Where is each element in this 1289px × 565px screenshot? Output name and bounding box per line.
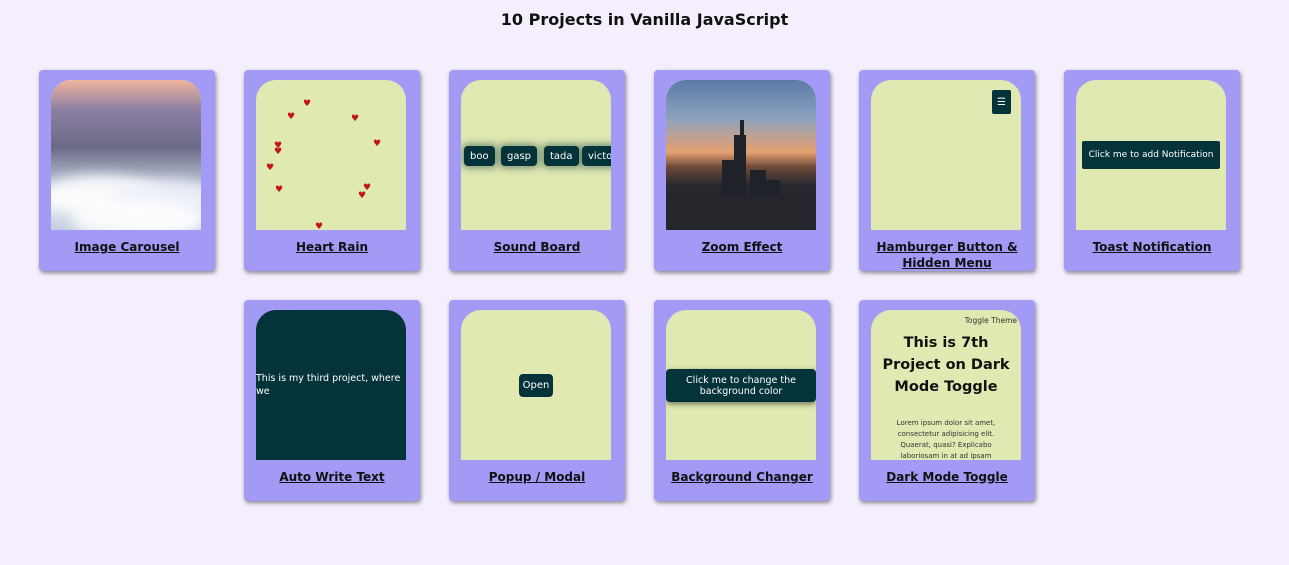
heart-icon: ♥ [351,114,360,124]
heart-icon: ♥ [358,191,367,201]
card-label-dark-mode-toggle[interactable]: Dark Mode Toggle [869,469,1025,485]
card-label-toast-notification[interactable]: Toast Notification [1074,239,1230,255]
sound-board-preview: boo gasp tada victory [461,80,611,230]
card-sound-board[interactable]: boo gasp tada victory Sound Board [449,70,625,271]
sound-button-victory[interactable]: victory [582,146,611,166]
card-auto-write-text[interactable]: This is my third project, where we Auto … [244,300,420,501]
heart-icon: ♥ [266,163,275,173]
hamburger-preview: ☰ [871,80,1021,230]
toggle-theme-button[interactable]: Toggle Theme [965,316,1017,325]
card-label-hamburger-menu[interactable]: Hamburger Button & Hidden Menu [869,239,1025,271]
card-label-auto-write-text[interactable]: Auto Write Text [254,469,410,485]
card-heart-rain[interactable]: ♥ ♥ ♥ ♥ ♥ ♥ ♥ ♥ ♥ ♥ ♥ Heart Rain [244,70,420,271]
heart-icon: ♥ [315,222,324,231]
image-carousel-preview [51,80,201,230]
card-image-carousel[interactable]: Image Carousel [39,70,215,271]
card-label-background-changer[interactable]: Background Changer [664,469,820,485]
card-dark-mode-toggle[interactable]: Toggle Theme This is 7th Project on Dark… [859,300,1035,501]
hamburger-icon[interactable]: ☰ [992,90,1011,114]
card-toast-notification[interactable]: Click me to add Notification Toast Notif… [1064,70,1240,271]
dark-mode-preview: Toggle Theme This is 7th Project on Dark… [871,310,1021,460]
card-label-zoom-effect[interactable]: Zoom Effect [664,239,820,255]
open-modal-button[interactable]: Open [519,374,553,397]
heart-icon: ♥ [303,99,312,109]
sound-button-boo[interactable]: boo [464,146,495,166]
page-title: 10 Projects in Vanilla JavaScript [500,10,789,29]
zoom-effect-preview [666,80,816,230]
card-label-popup-modal[interactable]: Popup / Modal [459,469,615,485]
dark-mode-body: Lorem ipsum dolor sit amet, consectetur … [896,419,996,460]
toast-preview: Click me to add Notification [1076,80,1226,230]
sound-button-tada[interactable]: tada [544,146,579,166]
heart-icon: ♥ [373,139,382,149]
heart-icon: ♥ [287,112,296,122]
popup-preview: Open [461,310,611,460]
card-label-heart-rain[interactable]: Heart Rain [254,239,410,255]
card-zoom-effect[interactable]: Zoom Effect [654,70,830,271]
dark-mode-heading: This is 7th Project on Dark Mode Toggle [882,335,1010,395]
change-background-button[interactable]: Click me to change the background color [666,369,816,402]
auto-write-preview: This is my third project, where we [256,310,406,460]
heart-icon: ♥ [275,185,284,195]
card-hamburger-menu[interactable]: ☰ Hamburger Button & Hidden Menu [859,70,1035,271]
auto-write-text: This is my third project, where we [256,373,401,397]
heart-icon: ♥ [274,147,283,157]
sound-button-gasp[interactable]: gasp [501,146,538,166]
bg-changer-preview: Click me to change the background color [666,310,816,460]
add-notification-button[interactable]: Click me to add Notification [1082,141,1220,169]
card-label-image-carousel[interactable]: Image Carousel [49,239,205,255]
card-background-changer[interactable]: Click me to change the background color … [654,300,830,501]
card-popup-modal[interactable]: Open Popup / Modal [449,300,625,501]
card-label-sound-board[interactable]: Sound Board [459,239,615,255]
heart-rain-preview: ♥ ♥ ♥ ♥ ♥ ♥ ♥ ♥ ♥ ♥ ♥ [256,80,406,230]
